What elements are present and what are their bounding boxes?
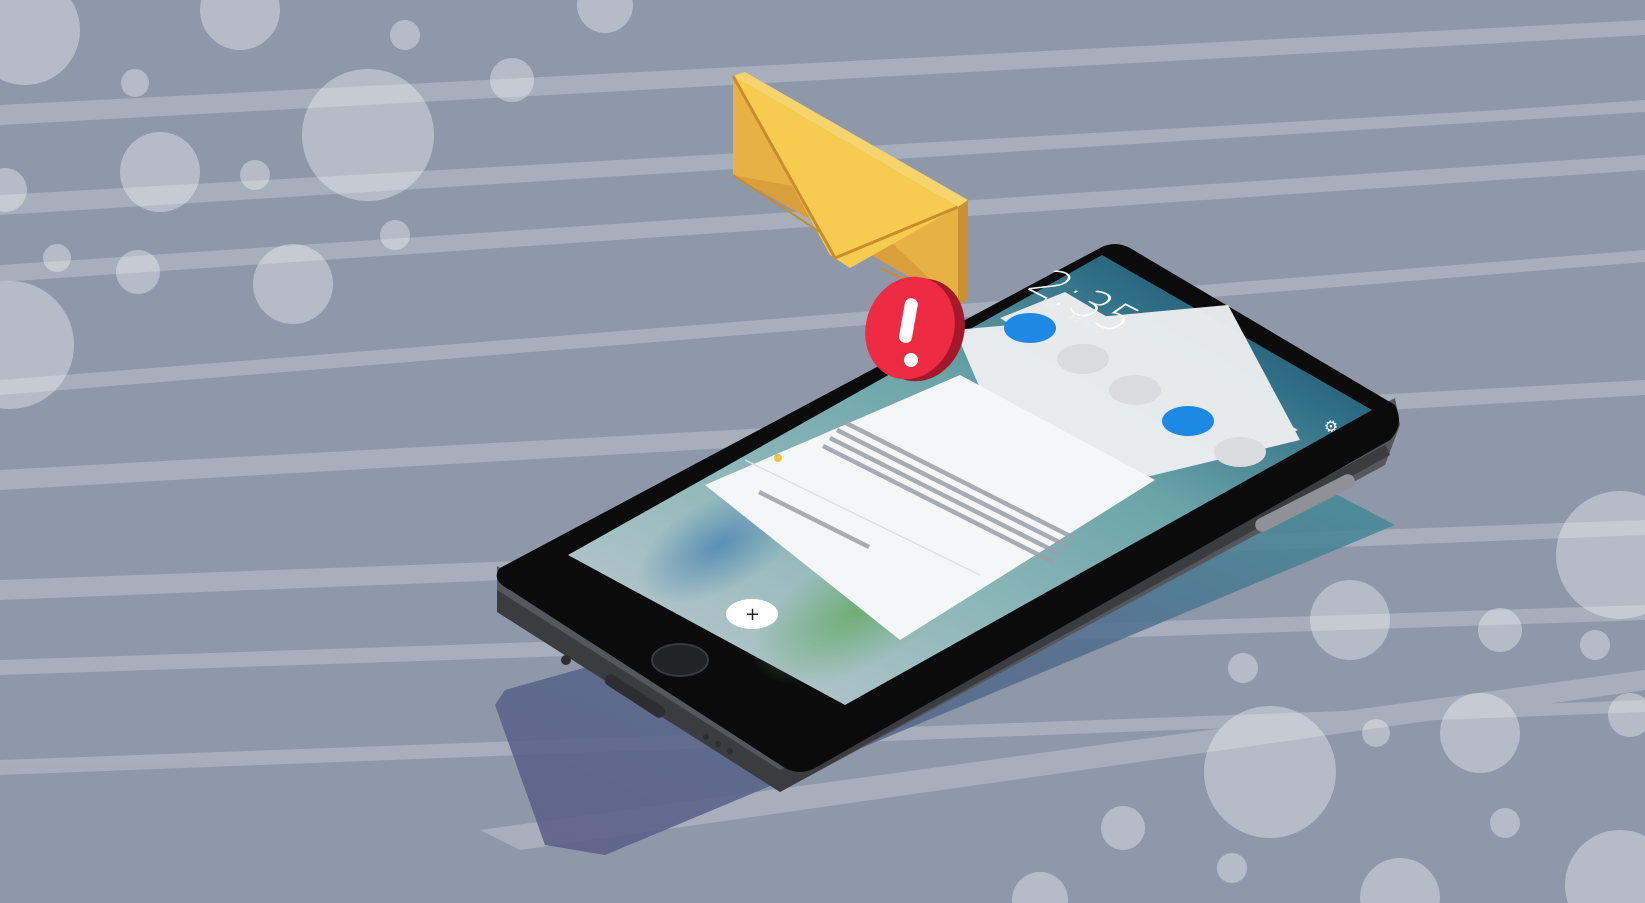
mic-hole — [715, 741, 721, 747]
toggle-flashlight-icon[interactable] — [1214, 437, 1266, 467]
toggle-rotate-icon[interactable] — [1109, 375, 1161, 405]
illustration-stage: ⚙ + 2:35 Wed, 11 Sep — [0, 0, 1645, 903]
app-dot-icon — [774, 454, 782, 462]
mic-hole — [703, 734, 709, 740]
mic-hole — [727, 748, 733, 754]
mail-envelope-icon — [731, 72, 968, 306]
smartphone-illustration: ⚙ + — [495, 72, 1400, 855]
plus-icon: + — [745, 604, 760, 625]
headphone-jack — [561, 655, 571, 665]
toggle-wifi-icon[interactable] — [1004, 313, 1056, 343]
toggle-sound-icon[interactable] — [1057, 344, 1109, 374]
toggle-bluetooth-icon[interactable] — [1162, 406, 1214, 436]
home-button[interactable] — [651, 643, 709, 677]
